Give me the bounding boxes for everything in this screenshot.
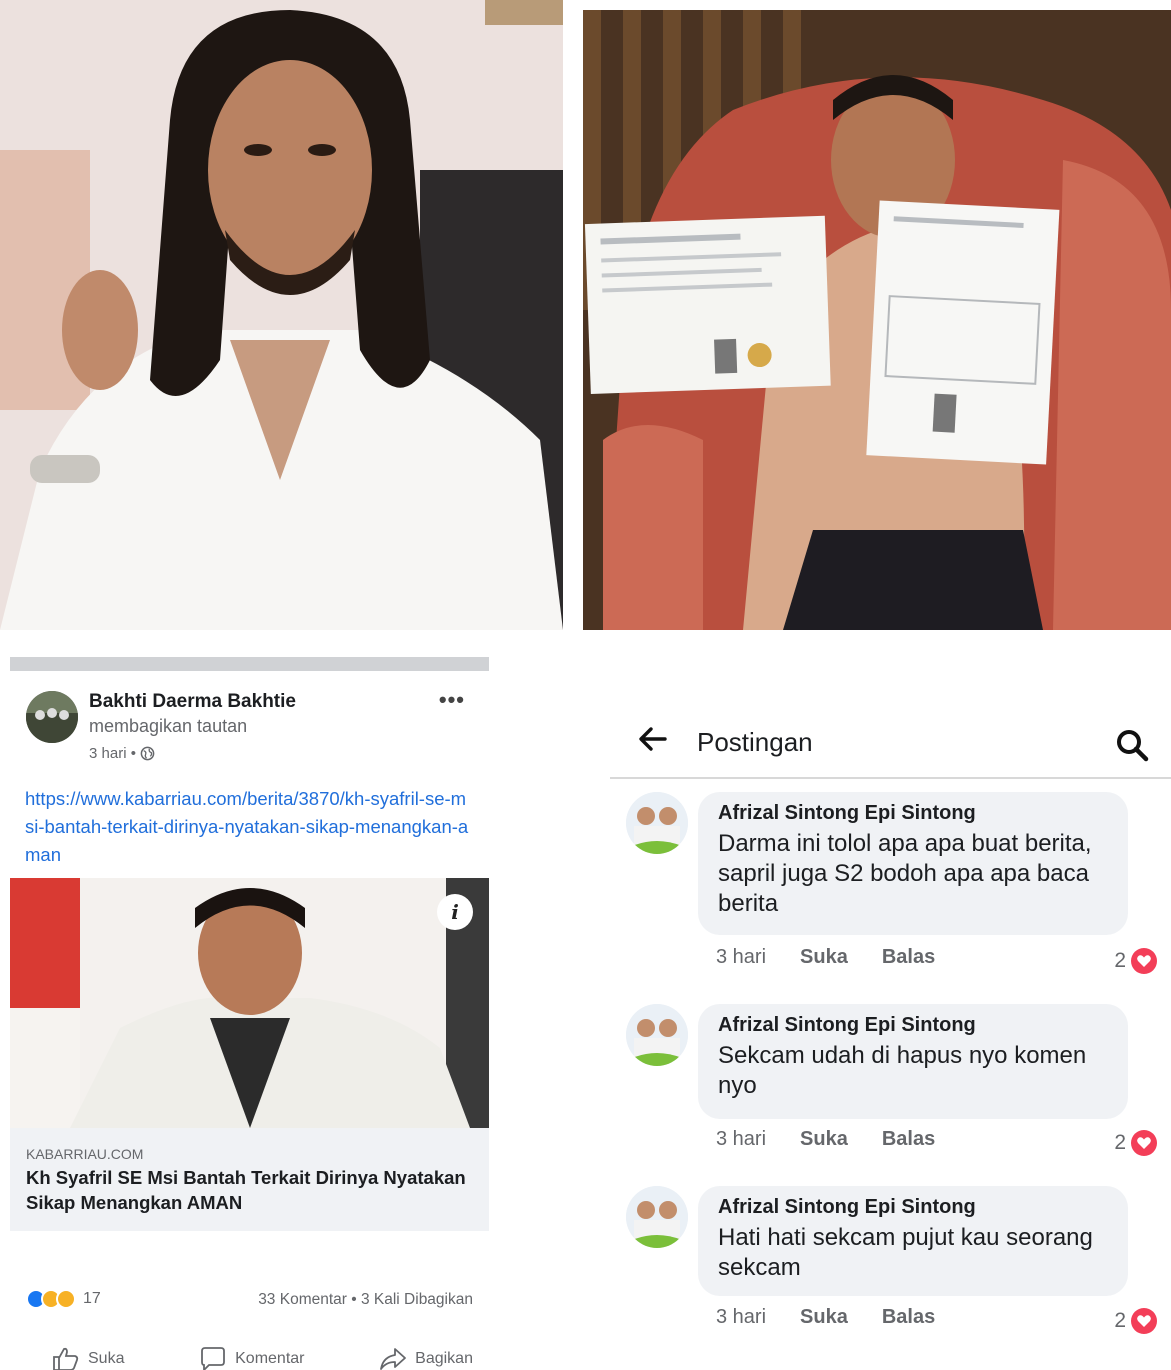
link-title: Kh Syafril SE Msi Bantah Terkait Dirinya… <box>26 1167 466 1213</box>
wow-reaction-icon <box>56 1289 76 1309</box>
share-icon <box>380 1348 407 1370</box>
comment-like-count: 2 <box>1114 949 1126 972</box>
comment-meta: 3 hari Suka Balas <box>716 946 935 969</box>
comment-reactions[interactable]: 2 <box>1114 1308 1157 1334</box>
photo-man-with-certificates <box>583 10 1171 630</box>
info-icon[interactable]: i <box>437 894 473 930</box>
comment-time: 3 hari <box>716 1128 767 1150</box>
heart-glyph <box>1137 955 1151 967</box>
comment-reactions[interactable]: 2 <box>1114 1130 1157 1156</box>
author-name[interactable]: Bakhti Daerma Bakhtie <box>89 691 296 713</box>
comment-time: 3 hari <box>716 1306 767 1328</box>
link-preview-meta[interactable]: KABARRIAU.COM Kh Syafril SE Msi Bantah T… <box>10 1128 489 1231</box>
comment-text: Sekcam udah di hapus nyo komen nyo <box>718 1042 1087 1099</box>
thumbs-up-icon <box>53 1347 79 1370</box>
comment-reply-button[interactable]: Balas <box>882 1128 935 1151</box>
search-icon[interactable] <box>1115 728 1149 762</box>
comment-text: Hati hati sekcam pujut kau seorang sekca… <box>718 1224 1093 1281</box>
comment-label: Komentar <box>235 1350 305 1367</box>
comment-like-count: 2 <box>1114 1131 1126 1154</box>
comment-text: Darma ini tolol apa apa buat berita, sap… <box>718 830 1092 917</box>
share-label: Bagikan <box>415 1350 473 1367</box>
heart-icon <box>1131 1308 1157 1334</box>
link-domain: KABARRIAU.COM <box>26 1146 144 1162</box>
share-button[interactable]: Bagikan <box>379 1347 473 1370</box>
comment-reply-button[interactable]: Balas <box>882 946 935 969</box>
comment-bubble[interactable]: Afrizal Sintong Epi Sintong Sekcam udah … <box>698 1004 1128 1119</box>
photo-long-haired-man <box>0 0 563 630</box>
comment-meta: 3 hari Suka Balas <box>716 1306 935 1329</box>
avatar-illustration <box>26 691 78 743</box>
post-timestamp-row: 3 hari • <box>89 745 155 762</box>
heart-icon <box>1131 1130 1157 1156</box>
commenter-avatar-illustration <box>626 1186 688 1248</box>
comment-reply-button[interactable]: Balas <box>882 1306 935 1329</box>
comment-time: 3 hari <box>716 946 767 968</box>
post-actions-bar: Suka Komentar Bagikan <box>10 1347 489 1370</box>
comment-icon <box>201 1347 226 1370</box>
comment-like-button[interactable]: Suka <box>800 946 848 969</box>
more-options-icon[interactable]: ••• <box>439 687 465 713</box>
commenter-avatar-illustration <box>626 792 688 854</box>
comment-like-count: 2 <box>1114 1309 1126 1332</box>
commenter-avatar[interactable] <box>626 792 688 854</box>
comment-meta: 3 hari Suka Balas <box>716 1128 935 1151</box>
like-button[interactable]: Suka <box>52 1347 124 1370</box>
commenter-avatar-illustration <box>626 1004 688 1066</box>
link-preview-image[interactable]: i <box>10 878 489 1128</box>
post-header: Bakhti Daerma Bakhtie membagikan tautan … <box>26 687 473 771</box>
comment-like-button[interactable]: Suka <box>800 1128 848 1151</box>
heart-glyph <box>1137 1137 1151 1149</box>
reaction-count: 17 <box>83 1290 101 1307</box>
heart-glyph <box>1137 1315 1151 1327</box>
comment-reactions[interactable]: 2 <box>1114 948 1157 974</box>
comments-panel: Postingan Afrizal Sintong Epi Sintong Da… <box>610 700 1171 1370</box>
commenter-avatar[interactable] <box>626 1186 688 1248</box>
comments-header: Postingan <box>610 700 1171 779</box>
commenter-avatar[interactable] <box>626 1004 688 1066</box>
comment-bubble[interactable]: Afrizal Sintong Epi Sintong Darma ini to… <box>698 792 1128 935</box>
reactions-summary[interactable]: 17 <box>26 1289 101 1309</box>
author-avatar[interactable] <box>26 691 78 743</box>
commenter-name[interactable]: Afrizal Sintong Epi Sintong <box>718 1014 1108 1037</box>
commenter-name[interactable]: Afrizal Sintong Epi Sintong <box>718 802 1108 825</box>
back-arrow-icon[interactable] <box>638 726 668 752</box>
comment-bubble[interactable]: Afrizal Sintong Epi Sintong Hati hati se… <box>698 1186 1128 1296</box>
photo-long-haired-man-illustration <box>0 0 563 630</box>
facebook-post-card: Bakhti Daerma Bakhtie membagikan tautan … <box>10 657 489 1370</box>
photo-man-with-certificates-illustration <box>583 10 1171 630</box>
top-divider-bar <box>10 657 489 671</box>
heart-icon <box>1131 948 1157 974</box>
link-preview-illustration <box>10 878 489 1128</box>
post-stats[interactable]: 33 Komentar • 3 Kali Dibagikan <box>258 1291 473 1309</box>
post-action-text: membagikan tautan <box>89 716 248 736</box>
post-link[interactable]: https://www.kabarriau.com/berita/3870/kh… <box>25 785 475 869</box>
globe-icon <box>140 746 155 761</box>
post-timestamp[interactable]: 3 hari • <box>89 745 136 762</box>
comment-like-button[interactable]: Suka <box>800 1306 848 1329</box>
page-title: Postingan <box>697 727 813 757</box>
like-label: Suka <box>88 1350 125 1367</box>
commenter-name[interactable]: Afrizal Sintong Epi Sintong <box>718 1196 1108 1219</box>
comment-button[interactable]: Komentar <box>199 1347 305 1370</box>
